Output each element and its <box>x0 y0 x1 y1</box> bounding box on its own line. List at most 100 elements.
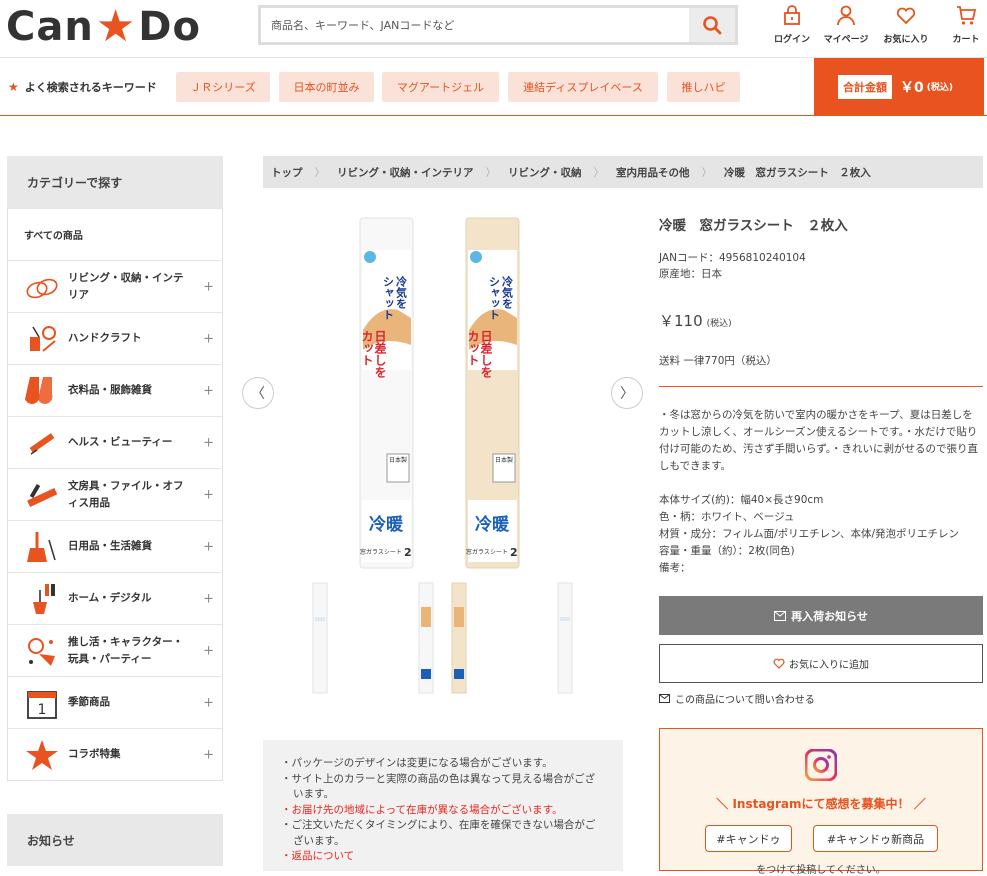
breadcrumb-item[interactable]: リビング・収納・インテリア <box>337 165 474 180</box>
note-item: ・パッケージのデザインは変更になる場合がございます。 <box>281 757 553 769</box>
thumbnail[interactable] <box>557 582 573 694</box>
breadcrumb-item[interactable]: トップ <box>271 165 303 180</box>
search-button[interactable] <box>689 8 735 42</box>
hashtag-chip[interactable]: #キャンドゥ <box>705 825 792 852</box>
cart-link[interactable]: カート <box>939 4 987 45</box>
keyword-chip[interactable]: 日本の町並み <box>279 72 374 102</box>
note-item: ・サイト上のカラーと実際の商品の色は異なって見える場合がございます。 <box>281 772 596 801</box>
product-price: ￥110 (税込) <box>659 310 983 331</box>
sidebar-item-handcraft[interactable]: ハンドクラフト + <box>8 312 222 364</box>
instagram-banner: ＼ Instagramにて感想を募集中！ ／ #キャンドゥ #キャンドゥ新商品 … <box>659 728 983 876</box>
sidebar-item-oshikatsu[interactable]: 推し活・キャラクター・玩具・パーティー + <box>8 624 222 676</box>
svg-text:カット: カット <box>360 330 374 366</box>
sidebar-item-all[interactable]: すべての商品 <box>8 208 222 260</box>
restock-notify-button[interactable]: 再入荷お知らせ <box>659 596 983 635</box>
svg-text:日本製: 日本製 <box>495 456 513 464</box>
search-input[interactable] <box>261 8 689 42</box>
favorites-link[interactable]: お気に入り <box>873 4 939 45</box>
login-label: ログイン <box>773 35 810 45</box>
add-favorite-button[interactable]: お気に入りに追加 <box>659 644 983 683</box>
thumbnail[interactable] <box>312 582 328 694</box>
sidebar-title: カテゴリーで探す <box>7 156 223 208</box>
breadcrumb: トップ〉 リビング・収納・インテリア〉 リビング・収納〉 室内用品その他〉 冷暖… <box>263 156 983 188</box>
mypage-label: マイページ <box>823 35 869 45</box>
note-item: ・ご注文いただくタイミングにより、在庫を確保できない場合がございます。 <box>281 819 596 847</box>
product-package-image: 冷気を シャット 日差しを カット 日本製 冷暖 窓ガラスシート 2 冷気を シ… <box>359 217 520 569</box>
sidebar-item-home[interactable]: ホーム・デジタル + <box>8 572 222 624</box>
product-notes: ・パッケージのデザインは変更になる場合がございます。 ・サイト上のカラーと実際の… <box>263 740 623 871</box>
login-link[interactable]: ログイン <box>765 4 819 45</box>
sidebar-item-label: 衣料品・服飾雑貨 <box>68 384 152 396</box>
breadcrumb-current: 冷暖 窓ガラスシート ２枚入 <box>724 166 871 179</box>
sidebar-item-label: 日用品・生活雑貨 <box>68 540 152 552</box>
cart-label: カート <box>952 35 980 45</box>
category-list: すべての商品 リビング・収納・インテリア + ハンドクラフト + 衣料品・服飾雑貨 +… <box>7 208 223 781</box>
spec-item: 本体サイズ(約)：幅40×長さ90cm <box>659 494 824 506</box>
next-image-button[interactable]: 〉 <box>611 377 643 409</box>
category-sidebar: カテゴリーで探す すべての商品 リビング・収納・インテリア + ハンドクラフト + … <box>7 156 223 781</box>
sidebar-item-clothing[interactable]: 衣料品・服飾雑貨 + <box>8 364 222 416</box>
thumbnail[interactable] <box>418 582 467 694</box>
mail-icon <box>774 610 787 621</box>
news-title: お知らせ <box>7 814 223 866</box>
svg-text:1: 1 <box>38 702 47 718</box>
heart-icon <box>896 7 916 25</box>
chevron-right-icon: 〉 <box>620 386 634 402</box>
search-bar <box>258 5 738 45</box>
product-main-image[interactable]: 冷気を シャット 日差しを カット 日本製 冷暖 窓ガラスシート 2 冷気を シ… <box>263 210 643 575</box>
expand-plus-icon[interactable]: + <box>203 591 214 606</box>
breadcrumb-item[interactable]: リビング・収納 <box>508 165 582 180</box>
sidebar-item-collab[interactable]: コラボ特集 + <box>8 728 222 780</box>
expand-plus-icon[interactable]: + <box>203 331 214 346</box>
star-icon <box>24 737 60 773</box>
logo-star: ★ <box>95 1 137 52</box>
expand-plus-icon[interactable]: + <box>203 747 214 762</box>
svg-text:冷暖: 冷暖 <box>369 514 404 535</box>
svg-text:冷気を: 冷気を <box>395 275 408 310</box>
instagram-icon[interactable] <box>805 749 837 781</box>
expand-plus-icon[interactable]: + <box>203 643 214 658</box>
keyword-chip[interactable]: マグアートジェル <box>382 72 499 102</box>
sidebar-item-label: コラボ特集 <box>68 748 121 760</box>
sidebar-item-health[interactable]: ヘルス・ビューティー + <box>8 416 222 468</box>
inquiry-link[interactable]: この商品について問い合わせる <box>659 691 815 706</box>
breadcrumb-separator: 〉 <box>485 166 497 179</box>
hashtag-chip[interactable]: #キャンドゥ新商品 <box>813 825 938 852</box>
sidebar-item-living[interactable]: リビング・収納・インテリア + <box>8 260 222 312</box>
logo-text-do: Do <box>138 4 201 50</box>
svg-text:窓ガラスシート: 窓ガラスシート <box>466 548 508 556</box>
logo[interactable]: Can ★ Do <box>6 2 201 52</box>
price-tax: (税込) <box>706 319 732 329</box>
svg-text:冷気を: 冷気を <box>501 275 514 310</box>
breadcrumb-separator: 〉 <box>314 166 326 179</box>
user-icon <box>837 5 855 26</box>
sidebar-item-stationery[interactable]: 文房具・ファイル・オフィス用品 + <box>8 468 222 520</box>
favorite-label: お気に入りに追加 <box>789 660 869 671</box>
mypage-link[interactable]: マイページ <box>819 4 873 45</box>
svg-text:冷暖: 冷暖 <box>475 514 510 535</box>
prev-image-button[interactable]: 〈 <box>242 377 274 409</box>
svg-text:窓ガラスシート: 窓ガラスシート <box>360 548 402 556</box>
spec-item: 容量・重量（約）：2枚(同色) <box>659 545 795 557</box>
expand-plus-icon[interactable]: + <box>203 435 214 450</box>
breadcrumb-item[interactable]: 室内用品その他 <box>616 165 690 180</box>
keyword-chip[interactable]: ＪＲシリーズ <box>176 72 270 102</box>
cart-total-value: ￥0 <box>900 79 924 96</box>
sidebar-item-seasonal[interactable]: 1 季節商品 + <box>8 676 222 728</box>
returns-link[interactable]: ・返品について <box>281 849 605 865</box>
keyword-chip[interactable]: 連結ディスプレイベース <box>508 72 658 102</box>
expand-plus-icon[interactable]: + <box>203 279 214 294</box>
sidebar-item-label: 文房具・ファイル・オフィス用品 <box>68 479 184 509</box>
keyword-chip[interactable]: 推しハピ <box>667 72 740 102</box>
lock-icon <box>784 5 800 25</box>
product-specs: 本体サイズ(約)：幅40×長さ90cm 色・柄：ホワイト、ベージュ 材質・成分：… <box>659 492 983 577</box>
socks-icon <box>24 373 60 409</box>
expand-plus-icon[interactable]: + <box>203 487 214 502</box>
sidebar-item-daily[interactable]: 日用品・生活雑貨 + <box>8 520 222 572</box>
expand-plus-icon[interactable]: + <box>203 539 214 554</box>
expand-plus-icon[interactable]: + <box>203 695 214 710</box>
cart-total[interactable]: 合計金額 ￥0 (税込) <box>814 58 984 115</box>
instagram-title: ＼ Instagramにて感想を募集中！ ／ <box>716 797 926 811</box>
expand-plus-icon[interactable]: + <box>203 383 214 398</box>
cart-total-tax: (税込) <box>926 83 953 93</box>
